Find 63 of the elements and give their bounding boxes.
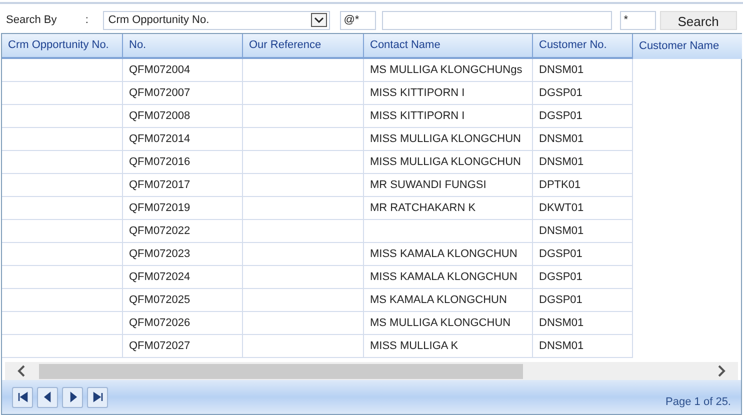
table-cell: MR SUWANDI FUNGSI bbox=[364, 174, 533, 197]
column-header[interactable]: Contact Name bbox=[364, 34, 533, 59]
field-dropdown[interactable]: Crm Opportunity No. bbox=[103, 10, 330, 30]
search-label: Search By bbox=[6, 12, 58, 28]
column-header[interactable]: Customer Name bbox=[633, 34, 742, 59]
column-header[interactable]: Crm Opportunity No. bbox=[2, 34, 123, 59]
table-cell: MS KAMALA KLONGCHUN bbox=[364, 289, 533, 312]
operator-field[interactable]: @* bbox=[340, 10, 376, 30]
column-header[interactable]: Our Reference bbox=[243, 34, 364, 59]
table-cell: DPTK01 bbox=[533, 174, 633, 197]
table-cell: QFM072024 bbox=[123, 266, 243, 289]
table-cell: QFM072019 bbox=[123, 197, 243, 220]
column-header[interactable]: No. bbox=[123, 34, 243, 59]
table-cell: MISS KAMALA KLONGCHUN bbox=[364, 243, 533, 266]
table-cell: MS MULLIGA KLONGCHUN bbox=[364, 312, 533, 335]
table-cell: MS MULLIGA KLONGCHUNgs bbox=[364, 59, 533, 82]
pager-button[interactable] bbox=[12, 386, 33, 408]
table-cell: QFM072027 bbox=[123, 335, 243, 358]
table-cell: DNSM01 bbox=[533, 128, 633, 151]
table-cell: MISS MULLIGA KLONGCHUN bbox=[364, 151, 533, 174]
scrollbar-thumb[interactable] bbox=[39, 364, 523, 378]
table-cell: DNSM01 bbox=[533, 151, 633, 174]
scroll-right-icon[interactable] bbox=[716, 365, 726, 377]
table-cell: DGSP01 bbox=[533, 243, 633, 266]
scroll-left-icon[interactable] bbox=[17, 365, 27, 377]
table-cell: DGSP01 bbox=[533, 82, 633, 105]
table-cell: QFM072025 bbox=[123, 289, 243, 312]
table-cell: QFM072014 bbox=[123, 128, 243, 151]
search-input-field[interactable] bbox=[382, 10, 612, 30]
table-cell: QFM072023 bbox=[123, 243, 243, 266]
table-cell: QFM072026 bbox=[123, 312, 243, 335]
pager-button[interactable] bbox=[62, 386, 83, 408]
last-page-icon bbox=[90, 390, 104, 404]
table-cell: QFM072007 bbox=[123, 82, 243, 105]
table-cell: DNSM01 bbox=[533, 312, 633, 335]
page-status: Page 1 of 25. bbox=[666, 394, 731, 410]
table-cell: DGSP01 bbox=[533, 266, 633, 289]
column-header[interactable]: Customer No. bbox=[533, 34, 633, 59]
dropdown-caret-icon[interactable] bbox=[310, 13, 327, 27]
pager-button[interactable] bbox=[87, 386, 108, 408]
table-cell: MR RATCHAKARN K bbox=[364, 197, 533, 220]
table-cell: QFM072017 bbox=[123, 174, 243, 197]
table-cell: QFM072022 bbox=[123, 220, 243, 243]
table-cell: DGSP01 bbox=[533, 105, 633, 128]
table-cell: MISS KITTIPORN I bbox=[364, 82, 533, 105]
table-cell: DKWT01 bbox=[533, 197, 633, 220]
search-button[interactable]: Search bbox=[660, 10, 738, 30]
table-cell: QFM072016 bbox=[123, 151, 243, 174]
table-cell: DNSM01 bbox=[533, 59, 633, 82]
first-page-icon bbox=[16, 390, 30, 404]
horizontal-scrollbar[interactable] bbox=[5, 362, 738, 380]
suffix-field[interactable]: * bbox=[620, 10, 656, 30]
table-cell: DNSM01 bbox=[533, 335, 633, 358]
table-cell: QFM072008 bbox=[123, 105, 243, 128]
table-cell: DNSM01 bbox=[533, 220, 633, 243]
table-cell: MISS MULLIGA K bbox=[364, 335, 533, 358]
table-cell: DGSP01 bbox=[533, 289, 633, 312]
table-cell: QFM072004 bbox=[123, 59, 243, 82]
colon-text: : bbox=[85, 12, 90, 28]
pager-button[interactable] bbox=[37, 386, 58, 408]
table-cell: MISS KAMALA KLONGCHUN bbox=[364, 266, 533, 289]
table-cell: MISS MULLIGA KLONGCHUN bbox=[364, 128, 533, 151]
table-cell: MISS KITTIPORN I bbox=[364, 105, 533, 128]
